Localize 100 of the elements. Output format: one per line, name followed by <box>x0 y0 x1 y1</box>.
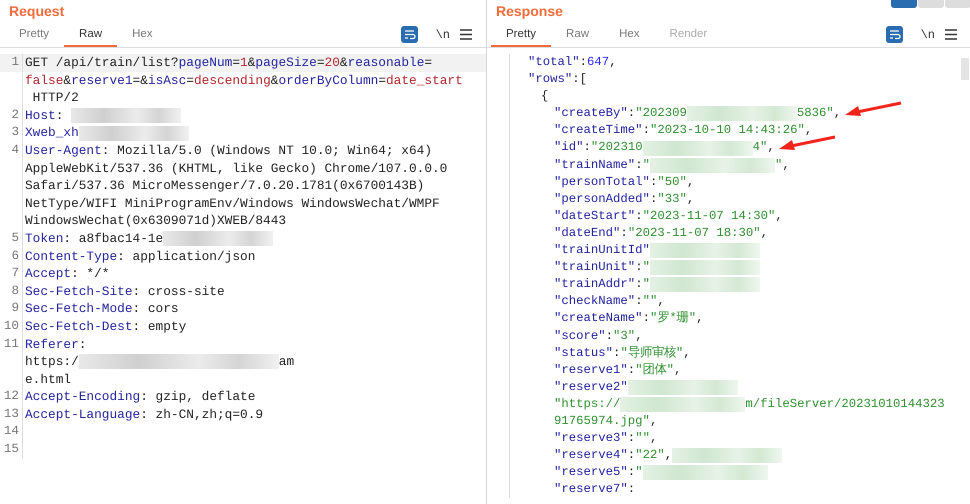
view-tab[interactable]: Pretty <box>4 22 64 47</box>
code-text: Accept-Encoding <box>25 388 140 406</box>
code-text: "reserve4" <box>554 447 628 464</box>
code-text: , <box>767 139 775 156</box>
code-text: "personAdded" <box>554 190 650 208</box>
line-number: 7 <box>0 265 23 283</box>
code-text: date_start <box>386 72 463 90</box>
code-text: : <box>642 122 650 140</box>
code-text: "reserve1" <box>554 362 628 379</box>
scrollbar-thumb[interactable] <box>961 58 969 80</box>
wrap-icon[interactable] <box>400 26 418 43</box>
line-number: 14 <box>0 423 23 442</box>
code-text: , <box>834 105 842 122</box>
code-text: pageSize <box>255 54 317 72</box>
line-number: 12 <box>0 388 23 406</box>
code-text: : <box>642 310 650 328</box>
code-text: : gzip, deflate <box>140 388 256 406</box>
code-text: "total" <box>528 54 580 71</box>
code-text: : application/json <box>117 248 256 266</box>
code-text: : <box>635 208 643 225</box>
code-text: : <box>650 190 658 208</box>
code-text: , <box>760 224 768 242</box>
code-text: "reserve7" <box>554 481 628 498</box>
view-tab[interactable]: Raw <box>551 22 604 47</box>
code-text: = <box>232 54 240 72</box>
code-text: Token <box>25 230 64 248</box>
code-text: "id" <box>554 139 584 156</box>
view-tab[interactable]: Raw <box>64 22 118 47</box>
view-tab[interactable]: Hex <box>604 22 655 47</box>
code-text: : <box>628 105 636 122</box>
menu-icon[interactable] <box>460 29 472 40</box>
menu-icon[interactable] <box>945 29 957 40</box>
code-text: "https:// <box>554 396 620 413</box>
code-text: : empty <box>132 318 186 336</box>
code-text: Sec-Fetch-Site <box>25 282 133 300</box>
line-number: 10 <box>0 318 23 336</box>
code-text: "2023-11-07 18:30" <box>628 224 761 242</box>
code-text: m/fileServer/20231010144323 <box>745 396 945 413</box>
code-text: " <box>642 259 650 276</box>
code-text: "checkName" <box>554 293 636 310</box>
code-text: : a8fbac14-1e <box>63 230 164 248</box>
code-text: 4" <box>752 139 768 156</box>
code-text: : <box>584 139 591 156</box>
code-text: WindowsWechat(0x6309071d)XWEB/8443 <box>25 212 286 230</box>
code-text: = <box>186 72 194 90</box>
code-text: 5836" <box>796 105 834 122</box>
newline-toggle[interactable]: \n <box>436 28 450 42</box>
code-text: " <box>774 156 782 174</box>
code-text: GET /api/train/list? <box>25 54 179 72</box>
code-text: Content-Type <box>25 248 118 266</box>
code-text: "22" <box>635 447 665 464</box>
code-text: Accept-Language <box>25 406 140 424</box>
code-text: am <box>278 353 294 371</box>
code-text: Referer <box>25 336 79 354</box>
code-text: , <box>686 190 694 208</box>
line-number: 9 <box>0 300 23 318</box>
view-tab[interactable]: Pretty <box>491 22 552 47</box>
code-text: false <box>25 72 64 90</box>
code-text: " <box>635 464 643 482</box>
code-text: "reserve5" <box>554 464 628 482</box>
code-text: "202310 <box>590 139 643 156</box>
code-text: reasonable <box>348 54 424 72</box>
code-text: , <box>664 447 672 464</box>
code-text: NetType/WIFI MiniProgramEnv/Windows WindowsWechat/WMPF <box>25 194 440 212</box>
code-text: e.html <box>25 370 72 388</box>
code-text: & <box>340 54 348 72</box>
code-text: : <box>628 481 636 498</box>
code-text: : <box>628 464 636 482</box>
newline-toggle[interactable]: \n <box>920 28 935 42</box>
code-text: 647 <box>587 54 610 71</box>
code-text: : <box>628 362 636 379</box>
view-tab[interactable]: Hex <box>117 22 168 47</box>
code-text: :[ <box>572 71 588 88</box>
code-text: , <box>609 54 617 71</box>
code-text: "trainUnitId" <box>554 242 650 260</box>
layout-toggle[interactable] <box>945 0 970 8</box>
code-text: , <box>674 362 682 379</box>
code-text: "trainUnit" <box>554 259 636 276</box>
code-text: : zh-CN,zh;q=0.9 <box>140 406 264 424</box>
code-text: Sec-Fetch-Dest <box>25 318 133 336</box>
layout-toggle[interactable] <box>891 0 917 8</box>
code-text: descending <box>194 72 271 90</box>
line-number: 15 <box>0 441 23 459</box>
wrap-icon[interactable] <box>886 26 903 43</box>
code-text: reserve1 <box>71 72 133 90</box>
code-text: https:/ <box>25 353 79 371</box>
line-number: 8 <box>0 282 23 300</box>
code-text: , <box>635 328 643 344</box>
code-text: , <box>650 412 658 430</box>
code-text: orderByColumn <box>278 72 378 90</box>
line-number: 5 <box>0 230 23 248</box>
code-text: "createTime" <box>554 122 643 140</box>
code-text: pageNum <box>178 54 232 72</box>
code-text: "50" <box>657 174 687 191</box>
code-text: : <box>628 430 636 448</box>
code-text: 91765974.jpg" <box>554 412 650 430</box>
code-text: & <box>63 72 72 90</box>
code-text: =& <box>132 72 148 90</box>
layout-toggle[interactable] <box>918 0 944 8</box>
code-text: : cross-site <box>132 282 225 300</box>
